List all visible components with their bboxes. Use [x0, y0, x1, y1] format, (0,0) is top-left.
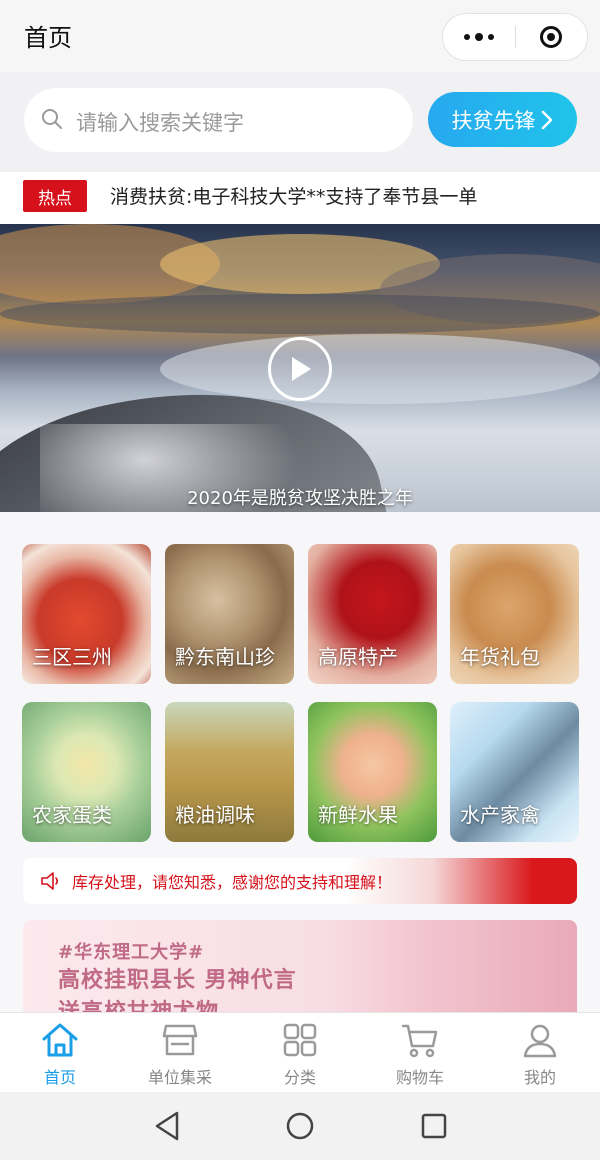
play-button[interactable]	[268, 337, 332, 401]
category-tile[interactable]: 黔东南山珍	[165, 544, 294, 684]
recents-icon[interactable]	[420, 1112, 448, 1140]
tab-home[interactable]: 首页	[0, 1012, 120, 1092]
notice-text: 库存处理，请您知悉，感谢您的支持和理解！	[72, 873, 393, 892]
hot-badge: 热点	[23, 180, 87, 212]
chevron-right-icon	[541, 110, 552, 129]
tab-bulk-purchase[interactable]: 单位集采	[120, 1012, 240, 1092]
category-label: 三区三州	[32, 645, 112, 669]
page-title: 首页	[24, 24, 72, 52]
search-placeholder: 请输入搜索关键字	[76, 111, 244, 135]
tab-label: 购物车	[395, 1068, 444, 1087]
tab-mine[interactable]: 我的	[480, 1012, 600, 1092]
category-tile[interactable]: 三区三州	[22, 544, 151, 684]
more-dot-center	[475, 33, 483, 41]
home-circle-icon[interactable]	[285, 1111, 315, 1141]
close-mini-program-button[interactable]	[515, 14, 587, 60]
back-icon[interactable]	[152, 1110, 182, 1142]
more-dots-icon	[464, 34, 470, 40]
poverty-pioneer-label: 扶贫先锋	[451, 108, 536, 133]
more-dot-right	[488, 34, 494, 40]
store-icon	[162, 1024, 198, 1056]
category-label: 农家蛋类	[32, 803, 112, 827]
cart-icon	[401, 1024, 438, 1058]
tab-cart[interactable]: 购物车	[360, 1012, 480, 1092]
target-icon	[540, 26, 562, 48]
category-label: 水产家禽	[460, 803, 540, 827]
speaker-icon	[41, 872, 59, 890]
category-label: 粮油调味	[175, 803, 255, 827]
banner-caption: 2020年是脱贫攻坚决胜之年	[187, 488, 413, 509]
category-label: 高原特产	[318, 645, 398, 669]
user-icon	[523, 1024, 557, 1058]
promo-headline: 高校挂职县长 男神代言	[58, 968, 297, 993]
category-label: 年货礼包	[460, 645, 540, 669]
category-tile[interactable]: 农家蛋类	[22, 702, 151, 842]
grid-icon	[283, 1023, 317, 1057]
mini-program-capsule	[442, 13, 588, 61]
hot-headline[interactable]: 消费扶贫:电子科技大学**支持了奉节县一单	[110, 182, 477, 209]
category-tile[interactable]: 年货礼包	[450, 544, 579, 684]
category-tile[interactable]: 高原特产	[308, 544, 437, 684]
category-tile[interactable]: 水产家禽	[450, 702, 579, 842]
search-icon	[42, 109, 62, 129]
tab-label: 首页	[43, 1068, 76, 1087]
more-menu-button[interactable]	[443, 14, 515, 60]
category-label: 黔东南山珍	[175, 645, 275, 669]
play-icon	[292, 357, 311, 381]
promo-hashtag: #华东理工大学#	[58, 942, 205, 963]
category-tile[interactable]: 粮油调味	[165, 702, 294, 842]
tab-label: 我的	[523, 1068, 556, 1087]
tab-label: 分类	[283, 1068, 316, 1087]
category-tile[interactable]: 新鲜水果	[308, 702, 437, 842]
tab-categories[interactable]: 分类	[240, 1012, 360, 1092]
category-label: 新鲜水果	[318, 803, 398, 827]
home-icon	[42, 1023, 78, 1057]
tab-label: 单位集采	[147, 1068, 212, 1087]
poverty-pioneer-button[interactable]: 扶贫先锋	[428, 92, 577, 147]
